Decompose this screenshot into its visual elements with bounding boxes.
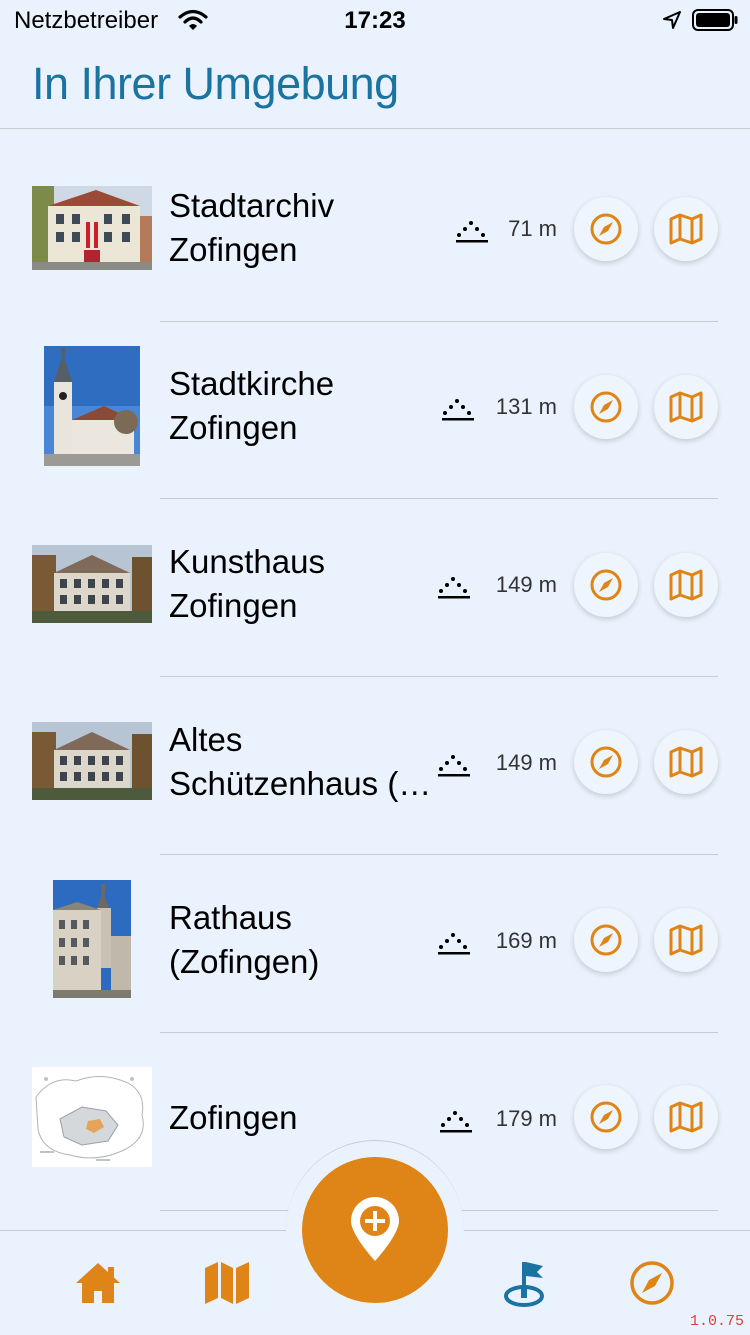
map-icon bbox=[669, 569, 703, 601]
page-title: In Ihrer Umgebung bbox=[32, 58, 399, 109]
place-name-line1: Stadtkirche bbox=[169, 365, 335, 402]
place-name-line2: Schützenhaus (… bbox=[169, 765, 432, 802]
place-name-line1: Rathaus bbox=[169, 899, 292, 936]
distance-label: 149 m bbox=[495, 572, 557, 597]
walking-distance-icon bbox=[442, 399, 474, 421]
place-thumbnail bbox=[32, 1067, 152, 1167]
place-row[interactable]: Kunsthaus Zofingen 149 m bbox=[0, 496, 750, 677]
compass-icon bbox=[590, 213, 622, 245]
place-name: Zofingen bbox=[169, 1096, 439, 1140]
tour-flag-icon bbox=[504, 1262, 544, 1307]
map-icon bbox=[669, 391, 703, 423]
walking-distance-icon bbox=[438, 577, 470, 599]
place-name: Stadtkirche Zofingen bbox=[169, 362, 439, 450]
place-thumbnail bbox=[32, 722, 152, 800]
version-label: 1.0.75 bbox=[689, 1313, 744, 1330]
map-button[interactable] bbox=[654, 1085, 718, 1149]
status-time: 17:23 bbox=[344, 7, 406, 34]
place-thumbnail bbox=[32, 186, 152, 270]
place-name-line2: Zofingen bbox=[169, 231, 298, 268]
compass-button[interactable] bbox=[574, 908, 638, 972]
map-icon bbox=[669, 924, 703, 956]
tab-tours[interactable] bbox=[494, 1255, 554, 1311]
place-name: Kunsthaus Zofingen bbox=[169, 540, 439, 628]
walking-distance-icon bbox=[438, 933, 470, 955]
tab-map[interactable] bbox=[197, 1255, 257, 1311]
compass-icon bbox=[590, 1101, 622, 1133]
add-location-button[interactable] bbox=[302, 1157, 448, 1303]
tab-compass[interactable] bbox=[622, 1255, 682, 1311]
place-name: Stadtarchiv Zofingen bbox=[169, 184, 439, 272]
battery-icon bbox=[692, 9, 738, 31]
map-icon bbox=[669, 213, 703, 245]
compass-button[interactable] bbox=[574, 375, 638, 439]
distance-label: 179 m bbox=[495, 1106, 557, 1131]
compass-icon bbox=[590, 391, 622, 423]
home-icon bbox=[76, 1263, 120, 1303]
place-row[interactable]: Stadtkirche Zofingen 131 m bbox=[0, 318, 750, 499]
place-thumbnail bbox=[53, 880, 131, 998]
map-button[interactable] bbox=[654, 375, 718, 439]
walking-distance-icon bbox=[438, 755, 470, 777]
compass-button[interactable] bbox=[574, 197, 638, 261]
walking-distance-icon bbox=[440, 1111, 472, 1133]
map-icon bbox=[669, 746, 703, 778]
distance-label: 169 m bbox=[495, 928, 557, 953]
map-icon bbox=[205, 1262, 249, 1304]
compass-button[interactable] bbox=[574, 553, 638, 617]
place-name-line2: Zofingen bbox=[169, 587, 298, 624]
distance-label: 131 m bbox=[495, 394, 557, 419]
map-button[interactable] bbox=[654, 197, 718, 261]
place-row[interactable]: Altes Schützenhaus (… 149 m bbox=[0, 674, 750, 855]
status-bar: Netzbetreiber 17:23 bbox=[0, 0, 750, 42]
place-row[interactable]: Stadtarchiv Zofingen 71 m bbox=[0, 140, 750, 322]
location-arrow-icon bbox=[663, 11, 681, 29]
add-location-icon bbox=[351, 1197, 399, 1261]
distance-label: 71 m bbox=[508, 216, 557, 241]
map-icon bbox=[669, 1101, 703, 1133]
header-divider bbox=[0, 128, 750, 129]
compass-icon bbox=[590, 569, 622, 601]
compass-button[interactable] bbox=[574, 730, 638, 794]
place-name-line1: Stadtarchiv bbox=[169, 187, 335, 224]
distance-label: 149 m bbox=[495, 750, 557, 775]
tab-home[interactable] bbox=[68, 1255, 128, 1311]
map-button[interactable] bbox=[654, 553, 718, 617]
place-name: Altes Schützenhaus (… bbox=[169, 718, 439, 806]
place-name-line2: Zofingen bbox=[169, 409, 298, 446]
place-row[interactable]: Rathaus (Zofingen) 169 m bbox=[0, 852, 750, 1033]
compass-icon bbox=[630, 1261, 674, 1305]
compass-icon bbox=[590, 924, 622, 956]
place-name-line1: Kunsthaus bbox=[169, 543, 325, 580]
place-thumbnail bbox=[32, 545, 152, 623]
place-name-line1: Altes bbox=[169, 721, 243, 758]
map-button[interactable] bbox=[654, 908, 718, 972]
compass-button[interactable] bbox=[574, 1085, 638, 1149]
walking-distance-icon bbox=[456, 221, 488, 243]
place-thumbnail bbox=[44, 346, 140, 466]
map-button[interactable] bbox=[654, 730, 718, 794]
compass-icon bbox=[590, 746, 622, 778]
place-name-line2: (Zofingen) bbox=[169, 943, 320, 980]
place-name-line1: Zofingen bbox=[169, 1099, 298, 1136]
place-name: Rathaus (Zofingen) bbox=[169, 896, 439, 984]
